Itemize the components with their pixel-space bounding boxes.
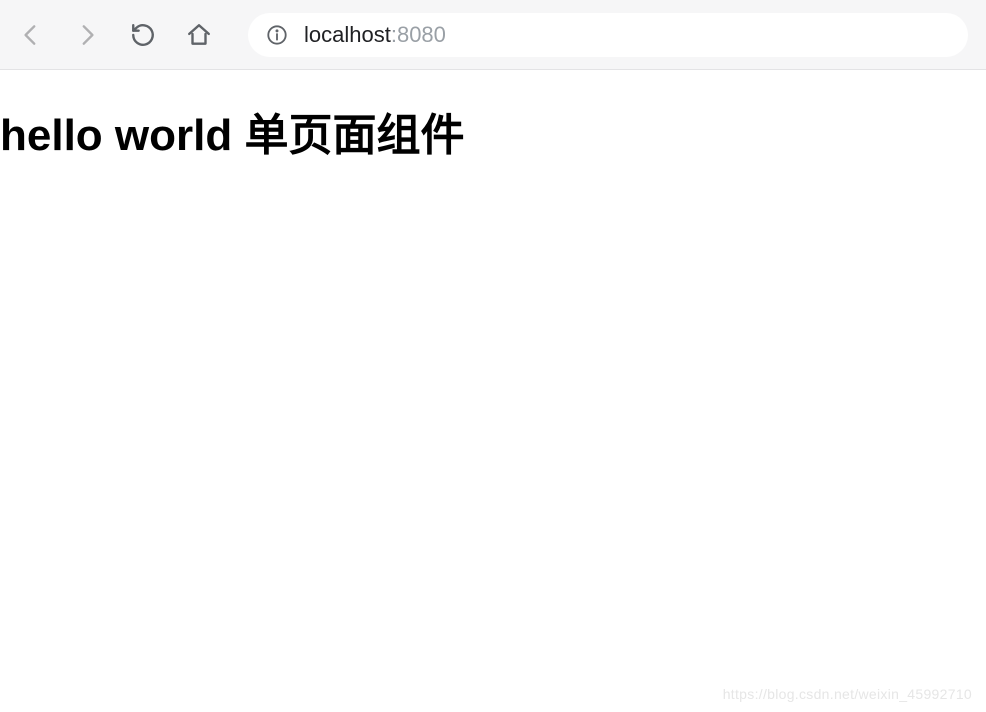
home-button[interactable] xyxy=(186,22,212,48)
address-bar[interactable]: localhost:8080 xyxy=(248,13,968,57)
url-port: :8080 xyxy=(391,22,446,47)
browser-toolbar: localhost:8080 xyxy=(0,0,986,70)
page-heading: hello world 单页面组件 xyxy=(0,110,986,163)
forward-button[interactable] xyxy=(74,22,100,48)
page-content: hello world 单页面组件 xyxy=(0,70,986,163)
watermark-text: https://blog.csdn.net/weixin_45992710 xyxy=(723,686,972,702)
site-info-icon[interactable] xyxy=(266,24,288,46)
url-host: localhost xyxy=(304,22,391,47)
reload-button[interactable] xyxy=(130,22,156,48)
back-button[interactable] xyxy=(18,22,44,48)
url-display: localhost:8080 xyxy=(304,22,446,48)
nav-buttons xyxy=(18,22,212,48)
